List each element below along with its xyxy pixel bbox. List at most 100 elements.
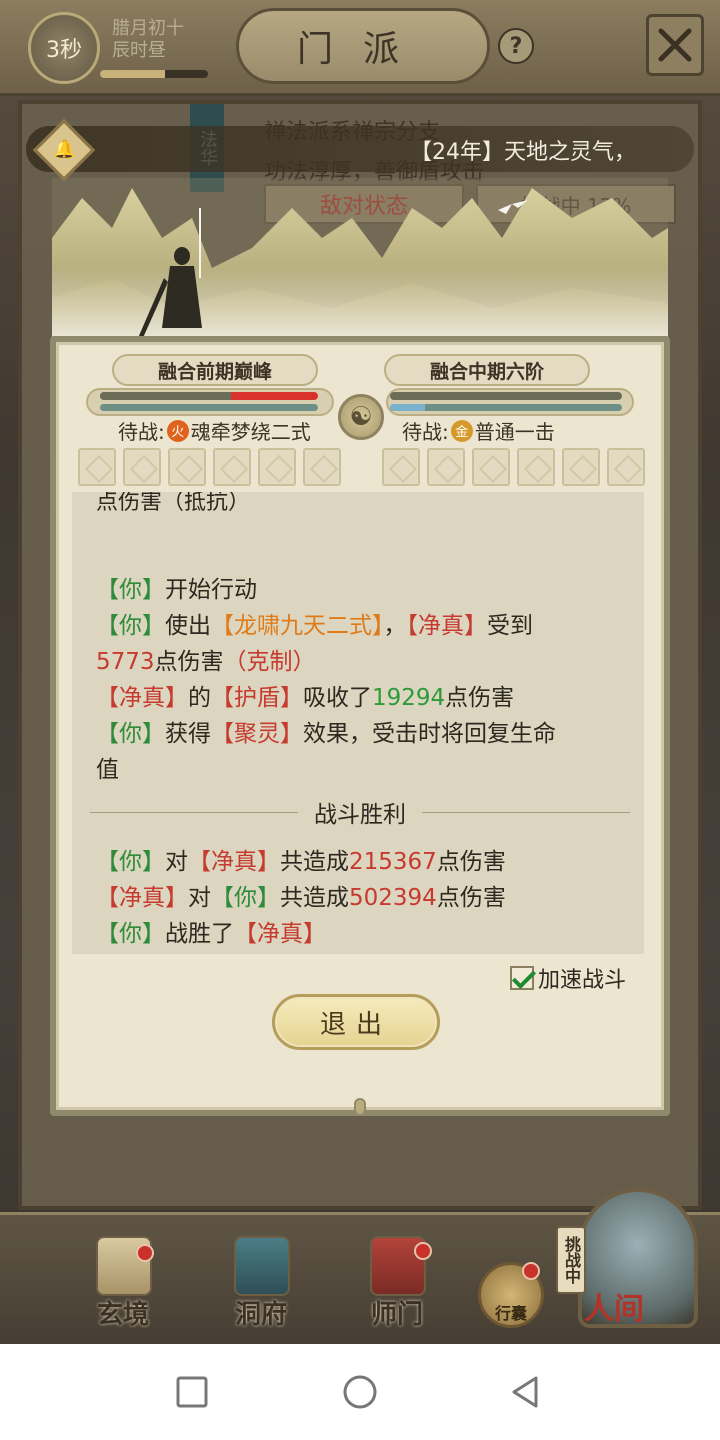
log-partial-text: 点伤害（抵抗） <box>96 492 251 515</box>
close-icon <box>658 28 692 62</box>
log-fragment: 【你】 <box>211 885 280 911</box>
log-fragment: 【净真】 <box>188 849 280 875</box>
log-fragment: 使出 <box>165 613 211 639</box>
enemy-realm-tag: 融合中期六阶 <box>384 354 590 386</box>
home-icon[interactable] <box>340 1372 380 1412</box>
nav-item-xuanjing[interactable]: 玄境 <box>68 1232 178 1332</box>
challenge-in-progress-tag: 挑战中 <box>556 1226 586 1294</box>
log-fragment: 点伤害 <box>436 849 506 875</box>
day-progress-fill <box>100 70 165 78</box>
timer-badge: 3秒 <box>28 12 100 84</box>
log-fragment: （克制） <box>223 649 316 675</box>
log-fragment: 共造成 <box>280 849 349 875</box>
player-realm-tag: 融合前期巅峰 <box>112 354 318 386</box>
log-fragment: 【龙啸九天二式】 <box>211 613 384 639</box>
notification-dot <box>522 1262 540 1280</box>
back-icon[interactable] <box>506 1372 546 1412</box>
notification-dot <box>414 1242 432 1260</box>
log-partial-line: 点伤害（抵抗） <box>96 492 250 530</box>
announcement-text: 【24年】天地之灵气， <box>410 140 636 165</box>
log-fragment: 点伤害 <box>154 649 224 675</box>
log-fragment: 战胜了 <box>165 921 234 947</box>
log-fragment: 【净真】 <box>234 921 326 947</box>
bell-icon: 🔔 <box>53 139 76 160</box>
page-title: 门派 <box>236 8 490 84</box>
enemy-status-bars <box>386 388 634 416</box>
log-fragment: 值 <box>96 757 119 783</box>
log-fragment: 【你】 <box>96 721 165 747</box>
speed-up-checkbox[interactable] <box>510 966 534 990</box>
log-fragment: 19294 <box>372 685 446 711</box>
player-buff-slot <box>213 448 251 486</box>
exit-button[interactable]: 退出 <box>272 994 440 1050</box>
player-buff-slot <box>303 448 341 486</box>
speed-up-label: 加速战斗 <box>538 968 627 993</box>
taiji-symbol: ☯ <box>349 402 373 432</box>
player-status-bars <box>86 388 334 416</box>
help-icon: ? <box>509 33 523 59</box>
log-fragment: 【聚灵】 <box>211 721 303 747</box>
log-line: 【你】获得【聚灵】效果，受击时将回复生命 <box>96 714 556 748</box>
log-fragment: 215367 <box>349 849 437 875</box>
day-progress-bar <box>100 70 208 78</box>
log-fragment: 【护盾】 <box>211 685 303 711</box>
divider-line-left <box>90 811 298 813</box>
log-line: 【净真】对【你】共造成502394点伤害 <box>96 878 506 912</box>
player-buff-slot <box>258 448 296 486</box>
log-fragment: 【你】 <box>96 577 165 603</box>
nav-item-dongfu[interactable]: 洞府 <box>206 1232 316 1332</box>
log-fragment: 对 <box>165 849 188 875</box>
renjian-label: 人间 <box>584 1292 644 1327</box>
log-fragment: 点伤害 <box>436 885 506 911</box>
log-fragment: 502394 <box>349 885 437 911</box>
battle-landscape-illustration <box>52 178 668 348</box>
victory-title: 战斗胜利 <box>314 802 406 828</box>
player-buff-slot <box>123 448 161 486</box>
help-button[interactable]: ? <box>498 28 534 64</box>
enemy-buff-slot <box>562 448 600 486</box>
pavilion-icon <box>234 1236 290 1296</box>
enemy-skill-name: 普通一击 <box>474 420 555 444</box>
log-fragment: 【净真】 <box>96 885 188 911</box>
enemy-realm: 融合中期六阶 <box>429 360 544 383</box>
enemy-buff-slot <box>382 448 420 486</box>
close-button[interactable] <box>646 14 704 76</box>
log-fragment: 开始行动 <box>165 577 257 603</box>
game-date: 腊月初十 辰时昼 <box>112 18 184 62</box>
log-fragment: 点伤害 <box>445 685 515 711</box>
enemy-wait-label: 待战: <box>402 420 449 444</box>
notification-dot <box>136 1244 154 1262</box>
log-fragment: 的 <box>188 685 211 711</box>
log-fragment: 吸收了 <box>303 685 372 711</box>
log-line: 【你】对【净真】共造成215367点伤害 <box>96 842 506 876</box>
log-fragment: 受到 <box>487 613 533 639</box>
player-skill-name: 魂牵梦绕二式 <box>190 420 311 444</box>
log-fragment: 【你】 <box>96 849 165 875</box>
enemy-hp-bar <box>390 392 622 400</box>
player-hp-bar <box>100 392 318 400</box>
recents-icon[interactable] <box>172 1372 212 1412</box>
player-buff-slot <box>78 448 116 486</box>
fire-element-icon: 火 <box>166 419 189 442</box>
player-realm: 融合前期巅峰 <box>157 360 272 383</box>
log-line: 【你】开始行动 <box>96 570 257 604</box>
player-buff-slot <box>168 448 206 486</box>
log-fragment: 5773 <box>96 649 155 675</box>
victory-divider: 战斗胜利 <box>90 796 630 828</box>
speed-up-toggle[interactable]: 加速战斗 <box>510 962 626 994</box>
game-screen: 3秒 腊月初十 辰时昼 门派 ? 法华 禅法派系禅宗分支 功法淳厚，善御盾攻击 … <box>0 0 720 1344</box>
log-fragment: 【净真】 <box>96 685 188 711</box>
page-title-text: 门派 <box>296 29 429 70</box>
enemy-buff-slot <box>607 448 645 486</box>
nav-label-shimen: 师门 <box>370 1300 423 1330</box>
enemy-next-skill: 待战: 金 普通一击 <box>402 416 555 445</box>
nav-item-shimen[interactable]: 师门 <box>342 1232 452 1332</box>
log-fragment: ， <box>383 613 407 639</box>
log-fragment: 【净真】 <box>406 613 488 639</box>
player-hp-fill <box>100 392 231 400</box>
metal-element-icon: 金 <box>450 419 473 442</box>
log-fragment: 共造成 <box>280 885 349 911</box>
log-line: 5773点伤害（克制） <box>96 642 316 676</box>
log-fragment: 效果，受击时将回复生命 <box>303 721 556 747</box>
enemy-mp-bar <box>390 404 622 411</box>
